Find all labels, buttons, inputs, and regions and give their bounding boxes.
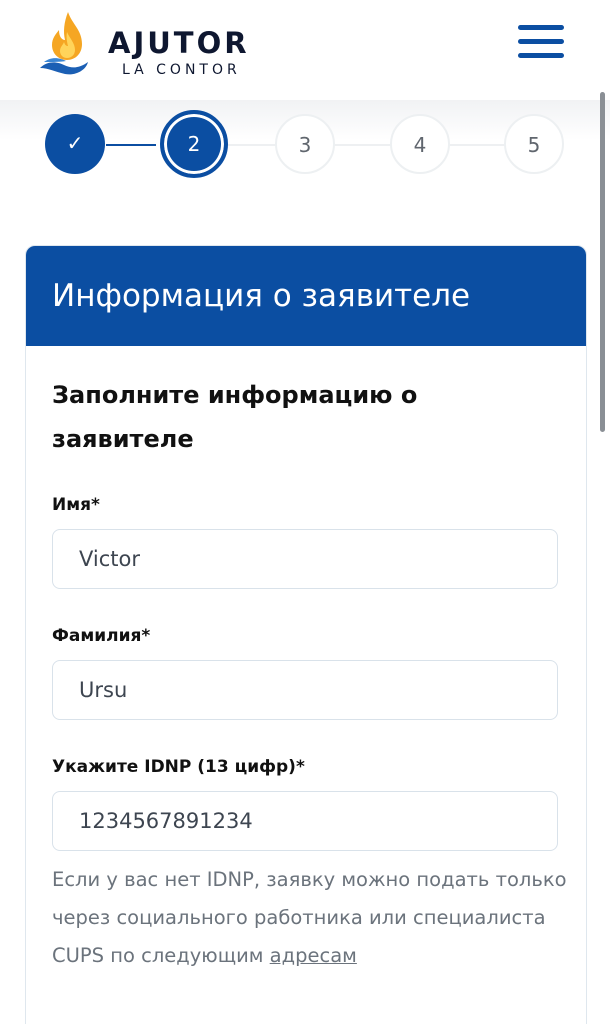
first-name-input[interactable] (52, 529, 558, 589)
flame-hand-logo-icon (40, 12, 88, 75)
logo[interactable]: AJUTOR LA CONTOR (38, 10, 268, 80)
hamburger-menu-icon[interactable] (510, 20, 570, 66)
card-header: Информация о заявителе (26, 246, 586, 346)
first-name-label: Имя* (52, 495, 100, 515)
menu-bar (518, 53, 564, 58)
step-connector-completed (106, 144, 156, 146)
card-title: Информация о заявителе (52, 278, 471, 314)
step-2-current[interactable]: 2 (160, 110, 228, 178)
step-connector-pending (226, 144, 506, 146)
step-3: 3 (275, 114, 335, 174)
page: AJUTOR LA CONTOR ✓ 2 3 4 5 Информация о … (0, 0, 610, 1024)
page-scrollbar[interactable] (600, 92, 605, 432)
logo-title: AJUTOR (108, 26, 250, 60)
logo-subtitle: LA CONTOR (122, 62, 241, 78)
idnp-input[interactable] (52, 791, 558, 851)
last-name-input[interactable] (52, 660, 558, 720)
idnp-label: Укажите IDNP (13 цифр)* (52, 757, 305, 777)
step-5: 5 (504, 114, 564, 174)
menu-bar (518, 25, 564, 30)
idnp-hint: Если у вас нет IDNP, заявку можно подать… (52, 861, 572, 975)
section-title: Заполните информацию о заявителе (52, 381, 418, 453)
site-header: AJUTOR LA CONTOR (0, 0, 610, 100)
last-name-label: Фамилия* (52, 626, 151, 646)
step-1-completed-check-icon[interactable]: ✓ (45, 114, 105, 174)
applicant-info-card: Информация о заявителе Заполните информа… (25, 245, 587, 1024)
menu-bar (518, 39, 564, 44)
progress-stepper: ✓ 2 3 4 5 (0, 100, 610, 190)
step-4: 4 (390, 114, 450, 174)
addresses-link[interactable]: адресам (270, 944, 357, 967)
